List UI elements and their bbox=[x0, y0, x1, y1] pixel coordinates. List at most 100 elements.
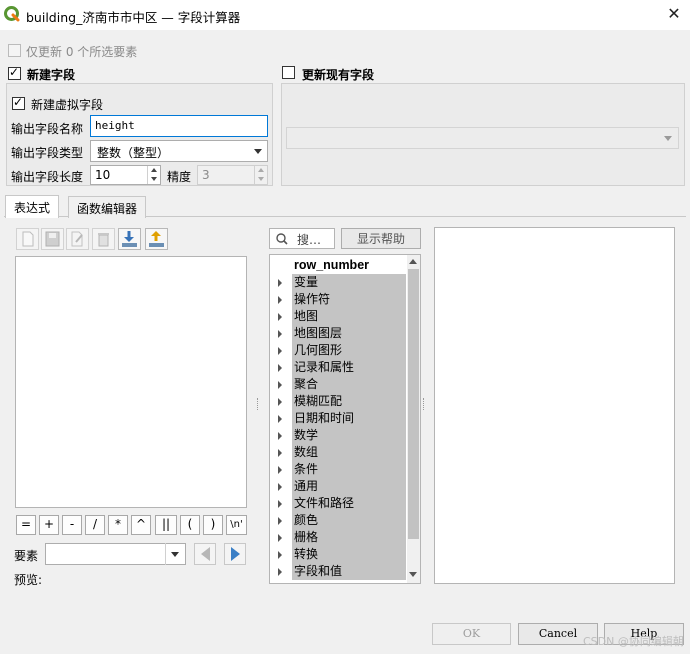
tree-group[interactable]: 转换 bbox=[270, 546, 420, 563]
chevron-right-icon[interactable] bbox=[278, 364, 282, 372]
length-spin-arrows[interactable] bbox=[147, 166, 160, 184]
tree-group-label: 几何图形 bbox=[292, 342, 406, 359]
chevron-right-icon[interactable] bbox=[278, 398, 282, 406]
precision-spinbox[interactable]: 3 bbox=[197, 165, 268, 185]
chevron-right-icon[interactable] bbox=[278, 517, 282, 525]
import-button[interactable] bbox=[118, 228, 141, 250]
spin-down-icon bbox=[151, 177, 157, 181]
operator-close-paren-button[interactable]: ) bbox=[203, 515, 223, 535]
precision-spin-arrows[interactable] bbox=[254, 166, 267, 184]
new-field-checkbox[interactable] bbox=[8, 65, 21, 80]
operator-equals-button[interactable]: = bbox=[16, 515, 36, 535]
tree-group-label: 文件和路径 bbox=[292, 495, 406, 512]
tree-group[interactable]: 通用 bbox=[270, 478, 420, 495]
edit-button[interactable] bbox=[66, 228, 89, 250]
chevron-right-icon[interactable] bbox=[278, 347, 282, 355]
chevron-right-icon[interactable] bbox=[278, 313, 282, 321]
chevron-right-icon[interactable] bbox=[278, 449, 282, 457]
next-feature-button[interactable] bbox=[224, 543, 246, 565]
feature-label: 要素 bbox=[14, 549, 39, 563]
new-file-button[interactable] bbox=[16, 228, 39, 250]
expression-editor[interactable] bbox=[15, 256, 247, 508]
tree-group[interactable]: 文件和路径 bbox=[270, 495, 420, 512]
tree-group[interactable]: 条件 bbox=[270, 461, 420, 478]
scroll-down-icon[interactable] bbox=[409, 572, 417, 577]
virtual-field-label: 新建虚拟字段 bbox=[31, 98, 104, 112]
splitter-handle[interactable] bbox=[423, 398, 425, 410]
feature-select[interactable] bbox=[45, 543, 186, 565]
tree-group[interactable]: 地图 bbox=[270, 308, 420, 325]
previous-feature-button[interactable] bbox=[194, 543, 216, 565]
operator-newline-button[interactable]: \n' bbox=[226, 515, 247, 535]
chevron-right-icon[interactable] bbox=[278, 551, 282, 559]
tree-group-label: 数组 bbox=[292, 444, 406, 461]
chevron-right-icon[interactable] bbox=[278, 534, 282, 542]
tab-function-editor[interactable]: 函数编辑器 bbox=[68, 196, 147, 218]
new-file-icon bbox=[22, 231, 34, 247]
operator-minus-button[interactable]: - bbox=[62, 515, 82, 535]
scroll-up-icon[interactable] bbox=[409, 259, 417, 264]
search-icon bbox=[276, 233, 288, 245]
field-length-spinbox[interactable]: 10 bbox=[90, 165, 161, 185]
splitter-handle[interactable] bbox=[257, 398, 259, 410]
tree-group[interactable]: 地图图层 bbox=[270, 325, 420, 342]
tree-item[interactable]: row_number bbox=[270, 257, 420, 274]
update-existing-checkbox[interactable] bbox=[282, 66, 295, 79]
chevron-down-icon bbox=[171, 552, 179, 557]
chevron-right-icon[interactable] bbox=[278, 500, 282, 508]
ok-button[interactable]: OK bbox=[432, 623, 511, 645]
field-type-label: 输出字段类型 bbox=[11, 146, 84, 160]
chevron-right-icon[interactable] bbox=[278, 330, 282, 338]
search-input[interactable]: 搜… bbox=[269, 228, 335, 249]
tree-group[interactable]: 字段和值 bbox=[270, 563, 420, 580]
chevron-right-icon[interactable] bbox=[278, 279, 282, 287]
show-help-button[interactable]: 显示帮助 bbox=[341, 228, 421, 249]
virtual-field-checkbox[interactable] bbox=[12, 95, 25, 110]
tree-group[interactable]: 模糊匹配 bbox=[270, 393, 420, 410]
field-name-input[interactable]: height bbox=[90, 115, 268, 137]
delete-button[interactable] bbox=[92, 228, 115, 250]
tree-group[interactable]: 日期和时间 bbox=[270, 410, 420, 427]
operator-open-paren-button[interactable]: ( bbox=[180, 515, 200, 535]
operator-plus-button[interactable]: + bbox=[39, 515, 59, 535]
chevron-right-icon[interactable] bbox=[278, 432, 282, 440]
tree-group[interactable]: 变量 bbox=[270, 274, 420, 291]
save-button[interactable] bbox=[41, 228, 64, 250]
only-selected-checkbox[interactable] bbox=[8, 44, 21, 57]
tree-group[interactable]: 聚合 bbox=[270, 376, 420, 393]
function-tree[interactable]: row_number 变量 操作符 地图 地图图层 几何图形 记录和属性 聚合 模糊匹配 日期和… bbox=[269, 254, 421, 584]
chevron-right-icon[interactable] bbox=[278, 296, 282, 304]
tree-group[interactable]: 数组 bbox=[270, 444, 420, 461]
chevron-right-icon[interactable] bbox=[278, 415, 282, 423]
field-type-select[interactable]: 整数（整型） bbox=[90, 140, 268, 162]
spin-up-icon bbox=[258, 168, 264, 172]
chevron-right-icon[interactable] bbox=[278, 381, 282, 389]
chevron-right-icon[interactable] bbox=[278, 483, 282, 491]
existing-field-select[interactable] bbox=[286, 127, 679, 149]
tree-group[interactable]: 颜色 bbox=[270, 512, 420, 529]
tree-group[interactable]: 记录和属性 bbox=[270, 359, 420, 376]
export-button[interactable] bbox=[145, 228, 168, 250]
arrow-right-icon bbox=[231, 547, 240, 561]
spin-down-icon bbox=[258, 177, 264, 181]
operator-concat-button[interactable]: || bbox=[155, 515, 177, 535]
operator-divide-button[interactable]: / bbox=[85, 515, 105, 535]
precision-label: 精度 bbox=[167, 170, 192, 184]
chevron-right-icon[interactable] bbox=[278, 568, 282, 576]
tree-group-label: 记录和属性 bbox=[292, 359, 406, 376]
tree-group[interactable]: 操作符 bbox=[270, 291, 420, 308]
tree-group[interactable]: 栅格 bbox=[270, 529, 420, 546]
tree-group[interactable]: 数学 bbox=[270, 427, 420, 444]
scrollbar-thumb[interactable] bbox=[408, 269, 419, 539]
field-length-label: 输出字段长度 bbox=[11, 170, 84, 184]
tree-group-label: 通用 bbox=[292, 478, 406, 495]
operator-multiply-button[interactable]: * bbox=[108, 515, 128, 535]
tree-group[interactable]: 几何图形 bbox=[270, 342, 420, 359]
new-field-title: 新建字段 bbox=[27, 68, 76, 82]
scrollbar[interactable] bbox=[407, 255, 420, 583]
tab-expression[interactable]: 表达式 bbox=[5, 195, 60, 218]
delete-icon bbox=[98, 233, 109, 247]
chevron-right-icon[interactable] bbox=[278, 466, 282, 474]
operator-power-button[interactable]: ^ bbox=[131, 515, 151, 535]
close-icon[interactable]: ✕ bbox=[664, 4, 684, 24]
